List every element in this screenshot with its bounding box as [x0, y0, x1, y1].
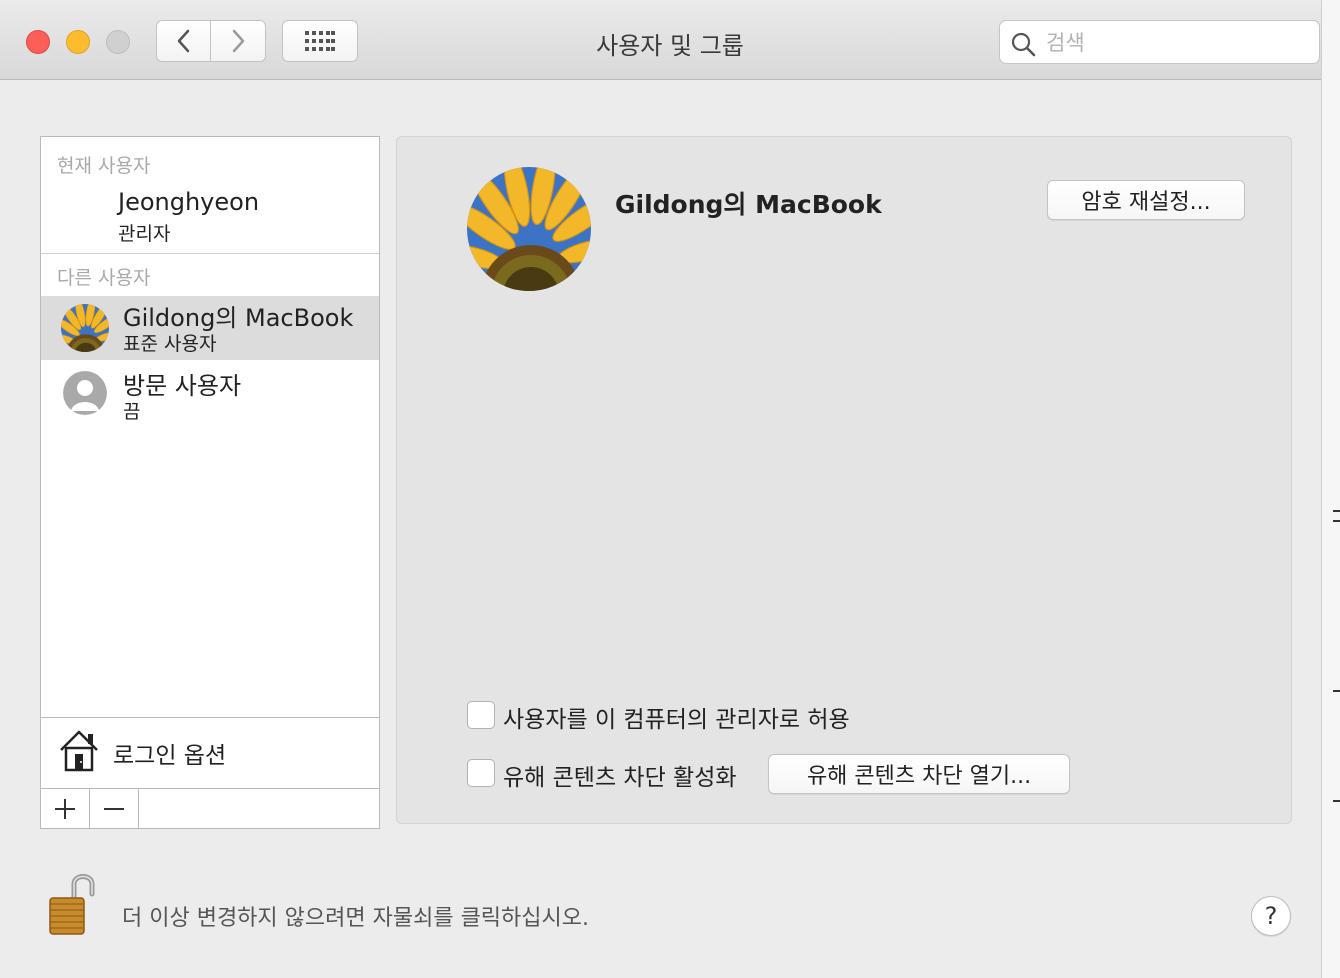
reset-password-button[interactable]: 암호 재설정...: [1047, 180, 1245, 220]
user-role: 표준 사용자: [123, 333, 217, 355]
system-preferences-window: 사용자 및 그룹 현재 사용자 Jeonghyeon 관리자 다른 사용자: [0, 0, 1321, 978]
parental-controls-checkbox[interactable]: [467, 759, 495, 787]
search-icon: [1011, 32, 1036, 57]
allow-admin-label: 사용자를 이 컴퓨터의 관리자로 허용: [503, 707, 850, 733]
search-field[interactable]: [999, 20, 1320, 64]
remove-user-button[interactable]: [90, 789, 139, 828]
user-name: Jeonghyeon: [118, 188, 260, 216]
sunflower-image: [467, 167, 591, 291]
plus-icon: [55, 798, 75, 819]
parental-controls-label: 유해 콘텐츠 차단 활성화: [503, 765, 737, 791]
house-icon: [60, 730, 98, 772]
user-name: Gildong의 MacBook: [123, 304, 354, 332]
add-remove-bar: [40, 788, 380, 829]
user-detail-panel: Gildong의 MacBook 암호 재설정... 사용자를 이 컴퓨터의 관…: [396, 136, 1292, 824]
allow-admin-checkbox[interactable]: [467, 701, 495, 729]
title-bar: 사용자 및 그룹: [0, 0, 1321, 80]
user-name: 방문 사용자: [123, 372, 242, 400]
current-users-section-label: 현재 사용자: [57, 155, 151, 177]
generic-user-icon: [63, 371, 107, 415]
sunflower-avatar: [61, 304, 109, 352]
open-parental-controls-button[interactable]: 유해 콘텐츠 차단 열기...: [768, 754, 1070, 794]
search-input[interactable]: [1044, 29, 1308, 57]
login-options-item[interactable]: 로그인 옵션: [40, 717, 380, 789]
user-role: 관리자: [118, 223, 171, 245]
minus-icon: [104, 807, 124, 810]
lock-instruction-text: 더 이상 변경하지 않으려면 자물쇠를 클릭하십시오.: [122, 906, 590, 931]
user-role: 끔: [123, 401, 141, 423]
background-window-edge: [1321, 0, 1340, 978]
user-row-gildong[interactable]: Gildong의 MacBook 표준 사용자: [41, 296, 379, 360]
add-user-button[interactable]: [41, 789, 90, 828]
user-list: 현재 사용자 Jeonghyeon 관리자 다른 사용자 Gildong의 Ma…: [40, 136, 380, 718]
lock-icon[interactable]: [44, 870, 100, 940]
other-users-section-label: 다른 사용자: [57, 267, 151, 289]
login-options-label: 로그인 옵션: [113, 743, 227, 769]
selected-user-name: Gildong의 MacBook: [615, 190, 882, 219]
help-button[interactable]: ?: [1251, 896, 1291, 936]
user-picture[interactable]: [467, 167, 591, 291]
